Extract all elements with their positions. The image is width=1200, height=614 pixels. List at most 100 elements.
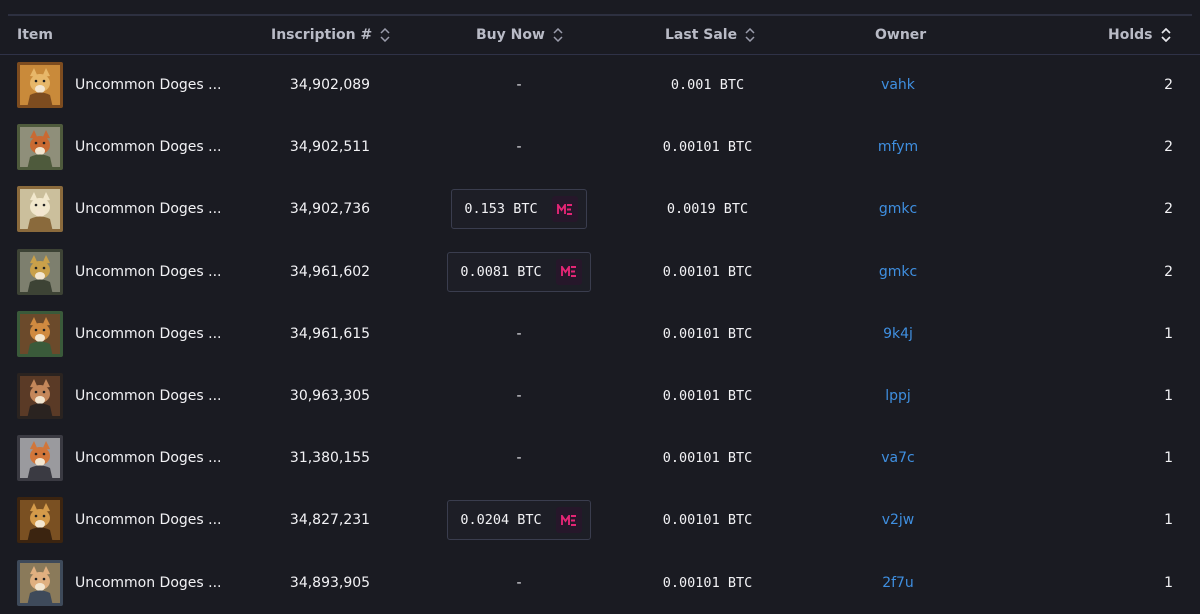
buy-now-cell: 0.0081 BTC [430,241,608,303]
buy-now-price: 0.0081 BTC [460,263,542,280]
item-thumbnail[interactable] [17,186,63,233]
table-row[interactable]: Uncommon Doges ... 34,902,511 - 0.00101 … [0,116,1200,178]
holds-count: 1 [1164,450,1173,467]
last-sale-price: 0.00101 BTC [662,388,753,404]
item-name[interactable]: Uncommon Doges ... [75,178,225,240]
buy-now-button[interactable]: 0.0204 BTC [447,500,591,541]
buy-now-empty: - [516,77,522,93]
sort-icon[interactable] [745,28,755,42]
sort-icon[interactable] [1160,28,1171,42]
item-name[interactable]: Uncommon Doges ... [75,552,225,614]
buy-now-cell: 0.153 BTC [430,178,608,240]
owner-link[interactable]: v2jw [820,489,976,551]
item-name[interactable]: Uncommon Doges ... [75,54,225,116]
item-name[interactable]: Uncommon Doges ... [75,303,225,365]
owner-link[interactable]: lppj [820,365,976,427]
magic-eden-icon [555,258,582,285]
table-row[interactable]: Uncommon Doges ... 34,961,602 0.0081 BTC… [0,241,1200,303]
column-header-label: Buy Now [476,27,545,43]
last-sale-price: 0.001 BTC [670,77,745,93]
buy-now-button[interactable]: 0.0081 BTC [447,251,591,292]
holds-count: 1 [1164,574,1173,591]
buy-now-empty: - [516,574,522,591]
inscription-number: 34,961,615 [289,325,371,342]
sort-icon[interactable] [553,28,563,42]
table-row[interactable]: Uncommon Doges ... 34,827,231 0.0204 BTC… [0,489,1200,551]
item-thumbnail[interactable] [17,497,63,544]
holds-count: 1 [1164,512,1173,529]
column-header-inscription[interactable]: Inscription # [271,16,390,54]
column-header-label: Holds [1108,27,1153,43]
item-name[interactable]: Uncommon Doges ... [75,427,225,489]
buy-now-empty: - [516,139,522,156]
buy-now-cell: - [430,427,608,489]
buy-now-button[interactable]: 0.153 BTC [451,189,587,230]
column-header-last-sale[interactable]: Last Sale [665,16,755,54]
item-thumbnail[interactable] [17,559,63,606]
buy-now-price: 0.0204 BTC [460,512,542,529]
item-thumbnail[interactable] [17,373,63,419]
inscriptions-table: Item Inscription # Buy Now Last Sale Own… [0,0,1200,613]
table-row[interactable]: Uncommon Doges ... 34,902,736 0.153 BTC … [0,178,1200,240]
buy-now-price: 0.153 BTC [464,201,538,218]
inscription-number: 31,380,155 [289,450,371,467]
item-thumbnail[interactable] [17,310,63,357]
holds-count: 1 [1164,388,1173,404]
last-sale-price: 0.00101 BTC [662,574,753,591]
table-row[interactable]: Uncommon Doges ... 34,893,905 - 0.00101 … [0,552,1200,614]
holds-count: 1 [1164,325,1173,342]
last-sale-price: 0.00101 BTC [662,325,753,342]
item-name[interactable]: Uncommon Doges ... [75,489,225,551]
buy-now-cell: 0.0204 BTC [430,489,608,551]
last-sale-price: 0.00101 BTC [662,139,753,156]
table-row[interactable]: Uncommon Doges ... 34,961,615 - 0.00101 … [0,303,1200,365]
item-name[interactable]: Uncommon Doges ... [75,241,225,303]
inscription-number: 34,893,905 [289,574,371,591]
owner-link[interactable]: vahk [820,54,976,116]
holds-count: 2 [1164,139,1173,156]
owner-link[interactable]: 2f7u [820,552,976,614]
column-header-owner: Owner [875,16,926,54]
item-name[interactable]: Uncommon Doges ... [75,116,225,178]
item-thumbnail[interactable] [17,62,63,108]
column-header-item[interactable]: Item [17,16,53,54]
buy-now-empty: - [516,325,522,342]
owner-link[interactable]: mfym [820,116,976,178]
table-row[interactable]: Uncommon Doges ... 31,380,155 - 0.00101 … [0,427,1200,489]
table-row[interactable]: Uncommon Doges ... 34,902,089 - 0.001 BT… [0,54,1200,116]
item-thumbnail[interactable] [17,124,63,171]
item-name[interactable]: Uncommon Doges ... [75,365,225,427]
owner-link[interactable]: 9k4j [820,303,976,365]
column-header-buy-now[interactable]: Buy Now [476,16,563,54]
column-header-label: Item [17,27,53,43]
inscription-number: 34,902,089 [289,77,371,93]
buy-now-cell: - [430,303,608,365]
buy-now-cell: - [430,552,608,614]
item-thumbnail[interactable] [17,435,63,482]
last-sale-price: 0.0019 BTC [666,201,749,218]
sort-icon[interactable] [380,28,390,42]
column-header-label: Inscription # [271,27,373,43]
inscription-number: 34,961,602 [289,263,371,280]
magic-eden-icon [551,196,578,223]
holds-count: 2 [1164,263,1173,280]
owner-link[interactable]: va7c [820,427,976,489]
owner-link[interactable]: gmkc [820,178,976,240]
table-row[interactable]: Uncommon Doges ... 30,963,305 - 0.00101 … [0,365,1200,427]
magic-eden-icon [555,507,582,534]
buy-now-empty: - [516,450,522,467]
owner-link[interactable]: gmkc [820,241,976,303]
last-sale-price: 0.00101 BTC [662,450,753,467]
buy-now-cell: - [430,116,608,178]
table-header: Item Inscription # Buy Now Last Sale Own… [0,16,1200,55]
column-header-holds[interactable]: Holds [1108,16,1171,54]
column-header-label: Last Sale [665,27,738,43]
last-sale-price: 0.00101 BTC [662,512,753,529]
inscription-number: 34,827,231 [289,512,371,529]
inscription-number: 30,963,305 [289,388,371,404]
inscription-number: 34,902,511 [289,139,371,156]
holds-count: 2 [1164,201,1173,218]
buy-now-cell: - [430,54,608,116]
item-thumbnail[interactable] [17,248,63,295]
holds-count: 2 [1164,77,1173,93]
